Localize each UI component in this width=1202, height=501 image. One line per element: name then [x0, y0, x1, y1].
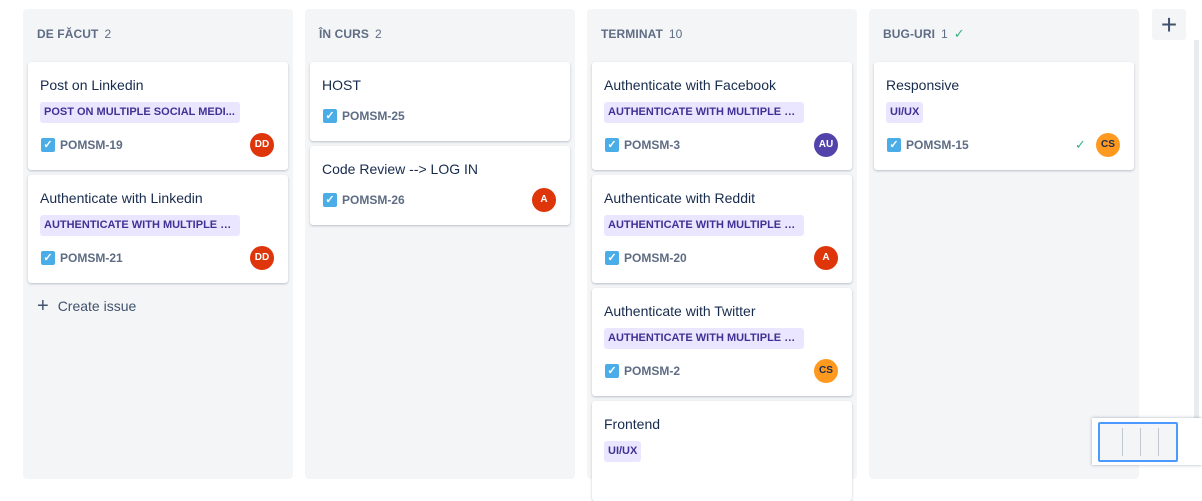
issue-card[interactable]: Authenticate with Facebook AUTHENTICATE …: [592, 62, 852, 170]
epic-label[interactable]: UI/UX: [604, 441, 642, 462]
issue-key-row: ✓ POMSM-2: [605, 364, 680, 378]
avatar[interactable]: A: [532, 188, 556, 212]
issue-key[interactable]: POMSM-3: [624, 138, 680, 152]
issue-card[interactable]: Frontend UI/UX: [592, 401, 852, 501]
column-title: TERMINAT: [601, 27, 663, 41]
column-title: BUG-URI: [883, 27, 936, 41]
minimap-divider: [1158, 428, 1159, 456]
avatar[interactable]: DD: [250, 246, 274, 270]
column-header: DE FĂCUT 2: [37, 27, 111, 41]
issue-key[interactable]: POMSM-15: [906, 138, 969, 152]
issue-key-row: ✓ POMSM-20: [605, 251, 687, 265]
avatar[interactable]: CS: [814, 359, 838, 383]
plus-icon: +: [37, 295, 49, 317]
issue-card[interactable]: Authenticate with Twitter AUTHENTICATE W…: [592, 288, 852, 396]
column-count: 2: [375, 27, 382, 41]
issue-key-row: ✓ POMSM-19: [41, 138, 123, 152]
issue-key[interactable]: POMSM-26: [342, 193, 405, 207]
issue-key-row: ✓ POMSM-21: [41, 251, 123, 265]
board-minimap[interactable]: [1092, 418, 1202, 465]
epic-label[interactable]: AUTHENTICATE WITH MULTIPLE S...: [604, 215, 804, 236]
vertical-scrollbar[interactable]: [1194, 40, 1199, 465]
avatar[interactable]: AU: [814, 133, 838, 157]
epic-label[interactable]: POST ON MULTIPLE SOCIAL MEDI...: [40, 102, 240, 123]
story-checkbox-icon: ✓: [323, 193, 337, 207]
column-header: TERMINAT 10: [601, 27, 682, 41]
column-count: 1: [941, 27, 948, 41]
card-title: Frontend: [604, 416, 661, 432]
create-issue-label: Create issue: [57, 298, 137, 314]
column-de-facut: DE FĂCUT 2 Post on Linkedin POST ON MULT…: [23, 9, 293, 479]
issue-card[interactable]: Authenticate with Reddit AUTHENTICATE WI…: [592, 175, 852, 283]
card-title: Post on Linkedin: [40, 77, 144, 93]
issue-key[interactable]: POMSM-21: [60, 251, 123, 265]
story-checkbox-icon: ✓: [605, 364, 619, 378]
avatar[interactable]: CS: [1096, 133, 1120, 157]
story-checkbox-icon: ✓: [605, 251, 619, 265]
epic-label[interactable]: AUTHENTICATE WITH MULTIPLE S...: [604, 102, 804, 123]
epic-label[interactable]: AUTHENTICATE WITH MULTIPLE S...: [604, 328, 804, 349]
issue-key[interactable]: POMSM-20: [624, 251, 687, 265]
issue-card[interactable]: Post on Linkedin POST ON MULTIPLE SOCIAL…: [28, 62, 288, 170]
column-title: ÎN CURS: [319, 27, 370, 41]
issue-key-row: ✓ POMSM-3: [605, 138, 680, 152]
issue-key[interactable]: POMSM-2: [624, 364, 680, 378]
story-checkbox-icon: ✓: [41, 251, 55, 265]
plus-icon: +: [1160, 8, 1178, 40]
issue-key-row: ✓ POMSM-15: [887, 138, 969, 152]
issue-key-row: ✓ POMSM-25: [323, 109, 405, 123]
card-title: Authenticate with Twitter: [604, 303, 756, 319]
issue-card[interactable]: Authenticate with Linkedin AUTHENTICATE …: [28, 175, 288, 283]
card-title: Authenticate with Facebook: [604, 77, 776, 93]
column-header: BUG-URI 1 ✓: [883, 26, 965, 42]
story-checkbox-icon: ✓: [41, 138, 55, 152]
story-checkbox-icon: ✓: [323, 109, 337, 123]
minimap-viewport[interactable]: [1098, 422, 1178, 462]
add-column-button[interactable]: +: [1152, 9, 1186, 40]
card-title: Authenticate with Reddit: [604, 190, 755, 206]
column-terminat: TERMINAT 10 Authenticate with Facebook A…: [587, 9, 857, 501]
story-checkbox-icon: ✓: [605, 138, 619, 152]
card-title: Authenticate with Linkedin: [40, 190, 203, 206]
issue-card[interactable]: Responsive UI/UX ✓ POMSM-15 ✓ CS: [874, 62, 1134, 170]
issue-key[interactable]: POMSM-25: [342, 109, 405, 123]
avatar[interactable]: DD: [250, 133, 274, 157]
column-title: DE FĂCUT: [37, 27, 99, 41]
card-title: Code Review --> LOG IN: [322, 161, 478, 177]
issue-key-row: ✓ POMSM-26: [323, 193, 405, 207]
minimap-divider: [1140, 428, 1141, 456]
epic-label[interactable]: UI/UX: [886, 102, 924, 123]
issue-key[interactable]: POMSM-19: [60, 138, 123, 152]
story-checkbox-icon: ✓: [887, 138, 901, 152]
avatar[interactable]: A: [814, 246, 838, 270]
minimap-divider: [1122, 428, 1123, 456]
column-done-check-icon: ✓: [953, 26, 965, 41]
card-title: Responsive: [886, 77, 960, 93]
card-title: HOST: [322, 77, 361, 93]
column-count: 10: [668, 27, 683, 41]
resolved-check-icon: ✓: [1075, 137, 1086, 152]
column-bug-uri: BUG-URI 1 ✓ Responsive UI/UX ✓ POMSM-15 …: [869, 9, 1139, 479]
epic-label[interactable]: AUTHENTICATE WITH MULTIPLE S...: [40, 215, 240, 236]
issue-card[interactable]: Code Review --> LOG IN ✓ POMSM-26 A: [310, 146, 570, 225]
column-in-curs: ÎN CURS 2 HOST ✓ POMSM-25 Code Review --…: [305, 9, 575, 479]
issue-card[interactable]: HOST ✓ POMSM-25: [310, 62, 570, 141]
column-header: ÎN CURS 2: [319, 27, 382, 41]
create-issue-button[interactable]: + Create issue: [37, 295, 137, 317]
column-count: 2: [104, 27, 112, 41]
